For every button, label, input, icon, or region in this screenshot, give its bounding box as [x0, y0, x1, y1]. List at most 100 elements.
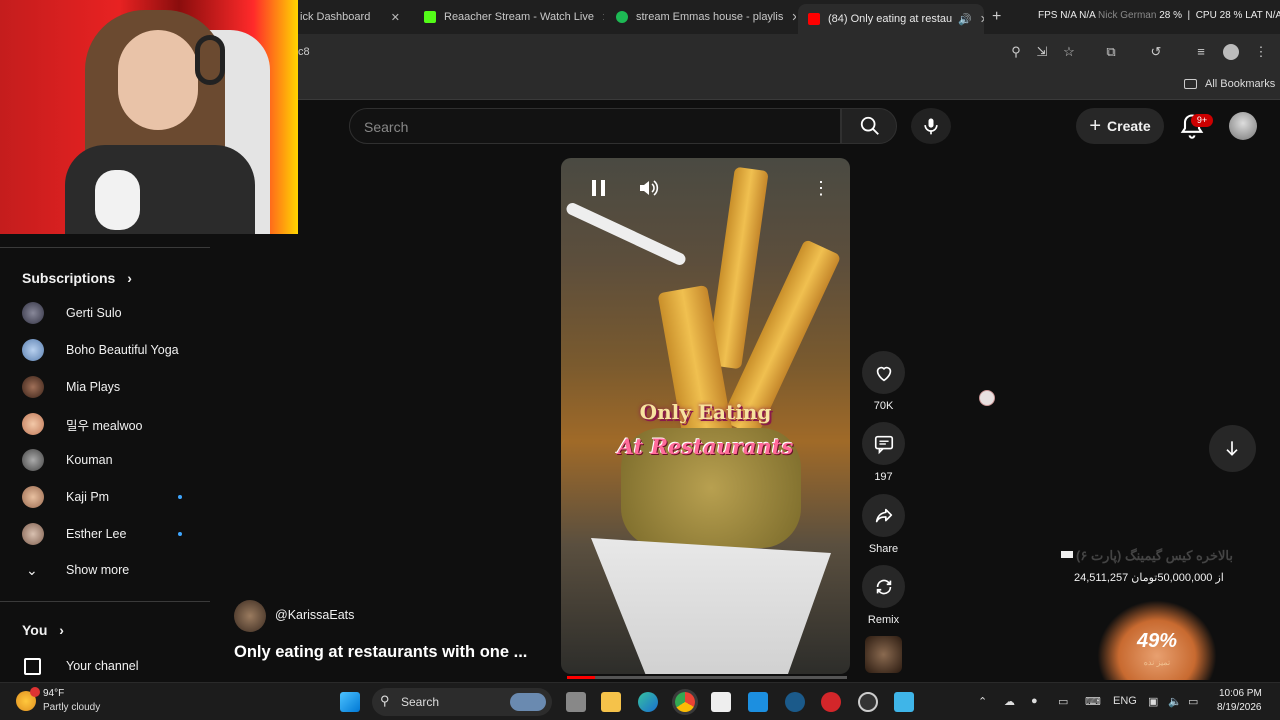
channel-avatar — [22, 523, 44, 545]
speaker-icon[interactable]: 🔊 — [958, 13, 972, 26]
like-count: 70K — [873, 400, 894, 412]
voice-search-button[interactable] — [911, 108, 951, 144]
windows-taskbar: 94°F Partly cloudy ⚲ Search ⌃ ☁ ● ▭ ⌨ EN… — [0, 682, 1280, 720]
show-more-button[interactable]: ⌄ Show more — [0, 552, 212, 588]
comments-button[interactable] — [862, 422, 905, 465]
language-indicator[interactable]: ENG — [1113, 695, 1137, 707]
sidebar-item-kouman[interactable]: Kouman — [0, 442, 212, 478]
webcam-headphones — [195, 35, 225, 85]
donation-title: بالاخره کیس گیمینگ (پارت ۶) — [1076, 548, 1234, 563]
cloud-icon[interactable]: ☁ — [1004, 695, 1015, 708]
close-icon[interactable]: ✕ — [594, 11, 604, 24]
edge-icon[interactable] — [638, 692, 658, 712]
sidebar-item-label: Mia Plays — [66, 380, 121, 394]
display-tray-icon[interactable]: ▭ — [1058, 695, 1068, 708]
sidebar-item-your-channel[interactable]: Your channel — [0, 648, 212, 684]
history-icon[interactable]: ↺ — [1148, 44, 1164, 60]
tab-reaacher-stream[interactable]: Reaacher Stream - Watch Live ✕ — [414, 4, 604, 30]
share-button[interactable] — [862, 494, 905, 537]
task-view-icon[interactable] — [566, 692, 586, 712]
sidebar-item-boho-beautiful-yoga[interactable]: Boho Beautiful Yoga — [0, 332, 212, 368]
sidebar-item-mealwoo[interactable]: 밀우 mealwoo — [0, 406, 212, 442]
donation-amount: 24,511,257 از 50,000,000تومان — [1074, 572, 1224, 584]
video-title[interactable]: Only eating at restaurants with one ... — [234, 643, 527, 662]
search-icon: ⚲ — [380, 693, 390, 708]
profile-icon[interactable] — [1223, 44, 1239, 60]
clock-date[interactable]: 8/19/2026 — [1217, 702, 1262, 713]
file-explorer-icon[interactable] — [601, 692, 621, 712]
store-icon[interactable] — [711, 692, 731, 712]
volume-tray-icon[interactable]: 🔈 — [1168, 695, 1182, 708]
folder-icon — [1184, 79, 1197, 89]
tab-spotify[interactable]: stream Emmas house - playlis ✕ — [606, 4, 796, 30]
video-progress-bar[interactable] — [567, 676, 847, 679]
network-icon[interactable]: ▣ — [1148, 695, 1158, 708]
remote-desktop-icon[interactable] — [748, 692, 768, 712]
channel-avatar — [22, 413, 44, 435]
video-fork — [564, 201, 688, 267]
new-tab-button[interactable]: + — [992, 8, 1001, 26]
app-red-icon[interactable] — [821, 692, 841, 712]
pause-button[interactable] — [590, 178, 608, 203]
more-options-icon[interactable]: ⋮ — [812, 178, 830, 199]
battery-icon[interactable]: ▭ — [1188, 695, 1198, 708]
star-icon[interactable]: ☆ — [1061, 44, 1077, 60]
webcam-face — [118, 30, 198, 130]
create-button[interactable]: + Create — [1076, 108, 1164, 144]
subscriptions-heading[interactable]: Subscriptions › — [22, 270, 132, 286]
channel-avatar — [22, 376, 44, 398]
sidebar: Subscriptions › Gerti Sulo Boho Beautifu… — [0, 234, 212, 682]
sound-thumbnail[interactable] — [865, 636, 902, 673]
channel-handle[interactable]: @KarissaEats — [275, 608, 354, 622]
search-input[interactable]: Search — [349, 108, 841, 144]
sidebar-item-kaji-pm[interactable]: Kaji Pm — [0, 479, 212, 515]
extensions-icon[interactable]: ⧉ — [1103, 44, 1119, 60]
cat-cursor-icon — [979, 390, 995, 406]
steam-icon[interactable] — [785, 692, 805, 712]
sidebar-item-gerti-sulo[interactable]: Gerti Sulo — [0, 295, 212, 331]
weather-temp: 94°F — [43, 688, 65, 699]
sidebar-item-esther-lee[interactable]: Esther Lee — [0, 516, 212, 552]
channel-icon — [24, 657, 41, 675]
keyboard-tray-icon[interactable]: ⌨ — [1085, 695, 1101, 708]
remix-button[interactable] — [862, 565, 905, 608]
show-more-label: Show more — [66, 563, 130, 577]
url-text[interactable]: c8 — [298, 46, 310, 58]
menu-icon[interactable]: ⋮ — [1253, 44, 1269, 60]
sidebar-item-mia-plays[interactable]: Mia Plays — [0, 369, 212, 405]
close-icon[interactable]: ✕ — [783, 11, 796, 24]
microphone-icon — [924, 118, 938, 135]
tab-kick-dashboard[interactable]: ick Dashboard ✕ — [290, 4, 410, 30]
clock-time[interactable]: 10:06 PM — [1219, 688, 1262, 699]
volume-icon — [640, 180, 659, 196]
you-heading[interactable]: You › — [22, 622, 64, 638]
next-video-button[interactable] — [1209, 425, 1256, 472]
chrome-icon[interactable] — [675, 692, 695, 712]
tab-youtube-active[interactable]: (84) Only eating at restau 🔊 ✕ — [798, 4, 984, 34]
cpu-percent: 28 % — [1219, 10, 1243, 21]
media-icon[interactable]: ≡ — [1193, 44, 1209, 60]
comment-count: 197 — [874, 471, 893, 483]
donation-percent: 49% — [1136, 630, 1178, 652]
close-icon[interactable]: ✕ — [383, 11, 400, 24]
like-button[interactable] — [862, 351, 905, 394]
install-icon[interactable]: ⇲ — [1034, 44, 1050, 60]
zoom-icon[interactable]: ⚲ — [1008, 44, 1024, 60]
mic-tray-icon[interactable]: ● — [1031, 695, 1038, 707]
close-icon[interactable]: ✕ — [972, 13, 984, 26]
taskbar-search[interactable]: ⚲ Search — [372, 688, 552, 716]
windows-start-icon[interactable] — [340, 692, 360, 712]
account-avatar[interactable] — [1229, 112, 1257, 140]
gpu-percent: 28 % — [1159, 10, 1182, 21]
channel-avatar[interactable] — [234, 600, 266, 632]
volume-button[interactable] — [638, 178, 660, 203]
tab-label: Reaacher Stream - Watch Live — [444, 11, 594, 23]
search-button[interactable] — [841, 108, 897, 144]
shorts-video-player[interactable]: Only Eating At Restaurants — [561, 158, 850, 674]
tray-overflow-icon[interactable]: ⌃ — [978, 695, 987, 708]
sidebar-item-label: Your channel — [66, 659, 139, 673]
notepad-icon[interactable] — [894, 692, 914, 712]
all-bookmarks-link[interactable]: All Bookmarks — [1205, 78, 1275, 90]
obs-icon[interactable] — [858, 692, 878, 712]
youtube-icon — [808, 13, 820, 25]
